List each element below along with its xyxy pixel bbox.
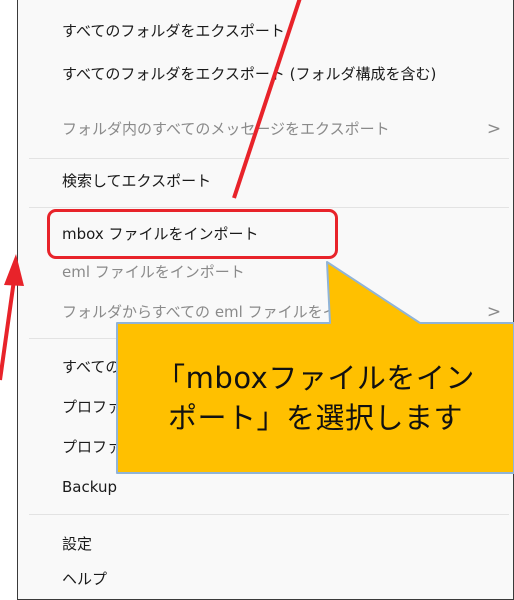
callout-text: 「mboxファイルをイン ポート」を選択します xyxy=(117,323,514,473)
red-arrow-top xyxy=(232,0,302,199)
callout-line-2: ポート」を選択します xyxy=(167,401,463,435)
red-arrow-left xyxy=(0,279,16,381)
annotation-overlay xyxy=(0,0,514,474)
red-arrow-left-head xyxy=(4,254,24,286)
callout-line-1: 「mboxファイルをイン xyxy=(156,361,475,395)
